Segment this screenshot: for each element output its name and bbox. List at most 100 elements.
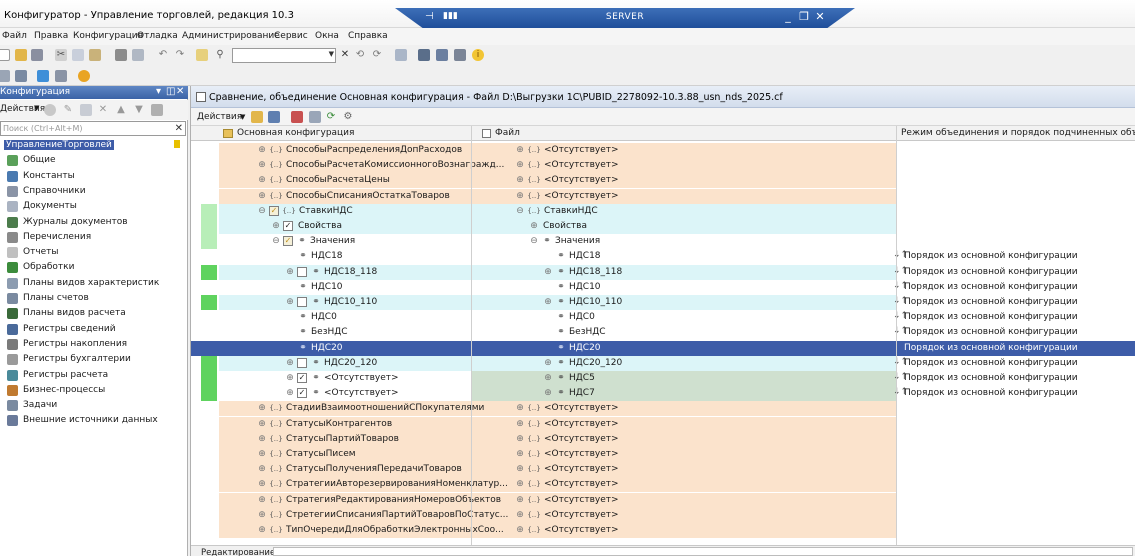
compare-row[interactable]: ⊕ {..} СтратегииАвторезервированияНоменкла…	[191, 477, 1135, 493]
tree-item[interactable]: Внешние источники данных	[0, 413, 188, 428]
windows-icon[interactable]	[395, 49, 407, 61]
column-merge-mode[interactable]: Режим объединения и порядок подчиненных …	[901, 128, 1135, 138]
db-update-icon[interactable]	[37, 70, 49, 82]
config-tree-icon[interactable]	[0, 70, 10, 82]
refresh-icon[interactable]: ⟳	[325, 111, 337, 123]
expand-icon[interactable]: ⊕	[257, 160, 267, 170]
info-icon[interactable]: i	[472, 49, 484, 61]
compare-row[interactable]: ⊕ {..} СпособыСписанияОстаткаТоваров ⊕ {..} <…	[191, 188, 1135, 204]
find-in-module-icon[interactable]	[196, 49, 208, 61]
minimize-icon[interactable]: _	[781, 10, 795, 23]
print-icon[interactable]	[115, 49, 127, 61]
expand-icon[interactable]: ⊕	[257, 510, 267, 520]
expand-icon[interactable]: ⊕	[257, 479, 267, 489]
expand-icon[interactable]: ⊕	[285, 358, 295, 368]
add-icon[interactable]	[44, 104, 56, 116]
tree-item[interactable]: Планы счетов	[0, 291, 188, 306]
chevron-down-icon[interactable]: ▼	[240, 113, 245, 121]
expand-icon[interactable]: ⊕	[515, 495, 525, 505]
collapse-icon[interactable]: ⊖	[515, 206, 525, 216]
compare-row[interactable]: ⚭ НДС0 ⚭ НДС0 ↓↑ Порядок из основной конфигур…	[191, 310, 1135, 326]
expand-icon[interactable]: ⊕	[257, 419, 267, 429]
copy-object-icon[interactable]	[80, 104, 92, 116]
collapse-icon[interactable]: ⊖	[529, 236, 539, 246]
compare-row[interactable]: ⊕ ⚭ НДС18_118 ⊕ ⚭ НДС18_118 ↓↑ Порядок из основ…	[191, 264, 1135, 280]
tree-item[interactable]: Константы	[0, 169, 188, 184]
search-icon[interactable]: ⚲	[214, 49, 226, 61]
close-icon[interactable]: ✕	[813, 10, 827, 23]
report-icon[interactable]	[309, 111, 321, 123]
expand-icon[interactable]: ⊕	[257, 403, 267, 413]
expand-icon[interactable]: ⊕	[257, 464, 267, 474]
open-file-icon[interactable]	[251, 111, 263, 123]
help-icon[interactable]	[454, 49, 466, 61]
expand-icon[interactable]: ⊕	[285, 267, 295, 277]
expand-icon[interactable]: ⊕	[515, 191, 525, 201]
expand-icon[interactable]: ⊕	[515, 403, 525, 413]
find-prev-icon[interactable]: ⟲	[354, 49, 366, 61]
close-panel-icon[interactable]: ✕	[176, 86, 184, 97]
tree-item[interactable]: Справочники	[0, 184, 188, 199]
print-preview-icon[interactable]	[132, 49, 144, 61]
compare-row[interactable]: ⊕ {..} СтатусыПартийТоваров ⊕ {..} <Отсутству…	[191, 431, 1135, 447]
compare-row[interactable]: ⊖ ✓ ⚭ Значения ⊖ ⚭ Значения	[191, 234, 1135, 250]
undo-icon[interactable]: ↶	[157, 49, 169, 61]
chevron-down-icon[interactable]: ▼	[34, 104, 39, 112]
tree-item[interactable]: УправлениеТорговлей	[0, 138, 188, 153]
expand-icon[interactable]: ⊕	[543, 358, 553, 368]
tree-item[interactable]: Обработки	[0, 260, 188, 275]
expand-icon[interactable]: ⊕	[271, 221, 281, 231]
expand-icon[interactable]: ⊕	[543, 267, 553, 277]
settings-icon[interactable]: ⚙	[342, 111, 354, 123]
tree-item[interactable]: Планы видов расчета	[0, 306, 188, 321]
compare-row[interactable]: ⊕ ⚭ НДС20_120 ⊕ ⚭ НДС20_120 ↓↑ Порядок из основ…	[191, 355, 1135, 371]
menu-debug[interactable]: Отладка	[137, 31, 178, 41]
debug-icon[interactable]	[436, 49, 448, 61]
tree-item[interactable]: Регистры сведений	[0, 322, 188, 337]
compare-row[interactable]: ⊕ {..} СпособыРасчетаЦены ⊕ {..} <Отсутствует…	[191, 173, 1135, 189]
menu-edit[interactable]: Правка	[34, 31, 68, 41]
tree-item[interactable]: Перечисления	[0, 230, 188, 245]
paste-icon[interactable]	[89, 49, 101, 61]
merge-checkbox[interactable]	[297, 297, 307, 307]
expand-icon[interactable]: ⊕	[515, 145, 525, 155]
rdp-connection-bar[interactable]: ⊣ ▮▮▮ SERVER _ ❐ ✕	[395, 8, 855, 28]
merge-order-label[interactable]: Порядок из основной конфигурации	[904, 267, 1078, 277]
merge-checkbox[interactable]: ✓	[297, 388, 307, 399]
expand-icon[interactable]: ⊕	[257, 191, 267, 201]
tree-item[interactable]: Документы	[0, 199, 188, 214]
expand-icon[interactable]: ⊕	[257, 145, 267, 155]
merge-order-label[interactable]: Порядок из основной конфигурации	[904, 373, 1078, 383]
merge-order-label[interactable]: Порядок из основной конфигурации	[904, 282, 1078, 292]
column-main-config[interactable]: Основная конфигурация	[237, 128, 354, 138]
expand-icon[interactable]: ⊕	[285, 297, 295, 307]
compare-row[interactable]: ⊕ {..} СтатусыПолученияПередачиТоваров ⊕ {..…	[191, 462, 1135, 478]
tree-item[interactable]: Отчеты	[0, 245, 188, 260]
expand-icon[interactable]: ⊕	[543, 297, 553, 307]
tree-item[interactable]: Бизнес-процессы	[0, 383, 188, 398]
compare-row[interactable]: ⊖ ✓ {..} СтавкиНДС ⊖ {..} СтавкиНДС	[191, 203, 1135, 219]
copy-icon[interactable]	[72, 49, 84, 61]
new-icon[interactable]	[0, 49, 10, 61]
clear-search-icon[interactable]: ✕	[339, 49, 351, 61]
expand-icon[interactable]: ⊕	[515, 160, 525, 170]
menu-configuration[interactable]: Конфигурация	[73, 31, 143, 41]
merge-order-label[interactable]: Порядок из основной конфигурации	[904, 343, 1078, 353]
expand-icon[interactable]: ⊕	[515, 479, 525, 489]
syntax-helper-icon[interactable]	[418, 49, 430, 61]
merge-checkbox[interactable]: ✓	[297, 373, 307, 383]
run-debug-icon[interactable]	[78, 70, 90, 82]
expand-icon[interactable]: ⊕	[515, 419, 525, 429]
config-compare-icon[interactable]	[15, 70, 27, 82]
merge-order-label[interactable]: Порядок из основной конфигурации	[904, 327, 1078, 337]
module-icon[interactable]	[55, 70, 67, 82]
compare-row[interactable]: ⊕ {..} СтатусыКонтрагентов ⊕ {..} <Отсутствуе…	[191, 416, 1135, 432]
expand-icon[interactable]: ⊕	[515, 175, 525, 185]
save-icon[interactable]	[31, 49, 43, 61]
expand-icon[interactable]: ⊕	[257, 434, 267, 444]
expand-icon[interactable]: ⊕	[515, 464, 525, 474]
edit-icon[interactable]: ✎	[62, 104, 74, 116]
expand-icon[interactable]: ⊕	[257, 175, 267, 185]
menu-administration[interactable]: Администрирование	[182, 31, 280, 41]
restore-icon[interactable]: ❐	[797, 10, 811, 23]
